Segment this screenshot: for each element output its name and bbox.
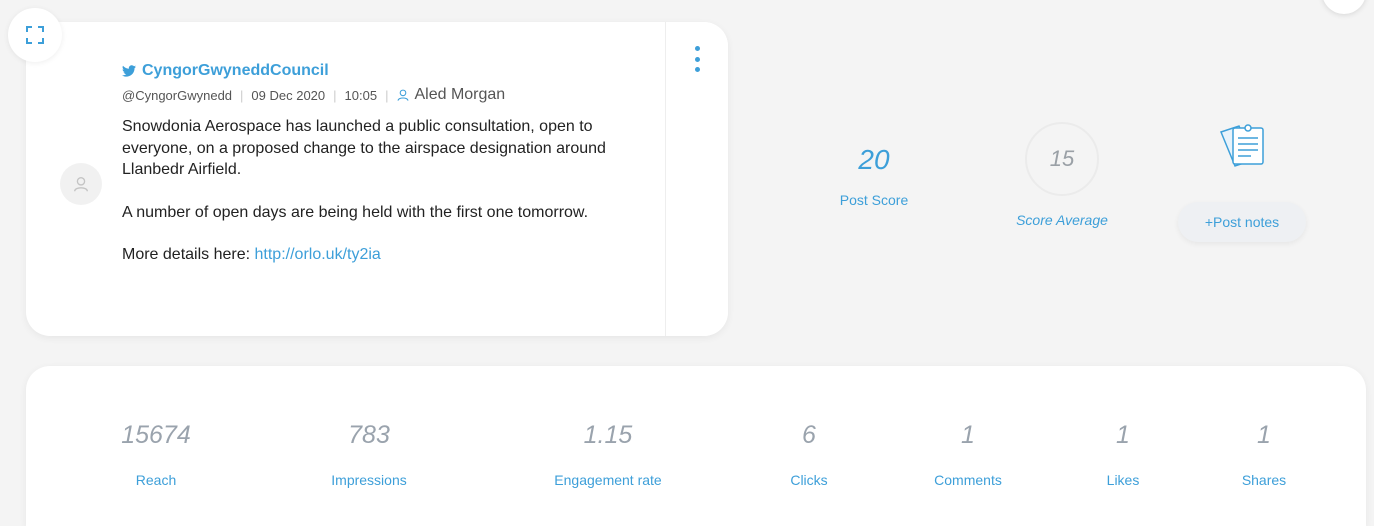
- metric-impressions: 783 Impressions: [289, 420, 449, 488]
- account-handle: @CyngorGwynedd: [122, 87, 233, 103]
- meta-divider: |: [240, 87, 244, 103]
- post-link[interactable]: http://orlo.uk/ty2ia: [255, 246, 381, 263]
- metric-label: Engagement rate: [554, 472, 662, 488]
- metric-value: 1.15: [583, 421, 633, 449]
- metric-label: Likes: [1106, 472, 1140, 488]
- details-prefix: More details here:: [122, 246, 255, 263]
- metric-value: 6: [802, 421, 816, 449]
- user-avatar-icon: [74, 177, 88, 192]
- score-area: 20 Post Score 15 Score Average +Post not…: [802, 108, 1342, 248]
- metric-shares: 1 Shares: [1184, 420, 1344, 488]
- metric-label: Impressions: [331, 472, 407, 488]
- metric-clicks: 6 Clicks: [729, 420, 889, 488]
- metric-label: Comments: [934, 472, 1002, 488]
- metric-value: 1: [1116, 421, 1130, 449]
- meta-divider: |: [333, 87, 337, 103]
- post-time: 10:05: [344, 87, 378, 103]
- meta-divider: |: [385, 87, 389, 103]
- post-paragraph: Snowdonia Aerospace has launched a publi…: [122, 118, 606, 178]
- post-text: Snowdonia Aerospace has launched a publi…: [122, 116, 632, 266]
- expand-icon: [26, 26, 44, 44]
- metric-label: Clicks: [790, 472, 828, 488]
- metric-engagement-rate: 1.15 Engagement rate: [528, 420, 688, 488]
- metric-comments: 1 Comments: [888, 420, 1048, 488]
- avatar: [60, 163, 102, 205]
- score-average-label: Score Average: [1016, 212, 1108, 228]
- notes-icon: [1220, 124, 1264, 167]
- score-average-value: 15: [1025, 122, 1099, 196]
- post-details: More details here: http://orlo.uk/ty2ia: [122, 244, 632, 266]
- post-date: 09 Dec 2020: [251, 87, 326, 103]
- metrics-panel: 15674 Reach 783 Impressions 1.15 Engagem…: [26, 366, 1366, 526]
- post-actions-panel: [665, 22, 728, 336]
- metric-value: 15674: [121, 421, 191, 449]
- post-card: CyngorGwyneddCouncil @CyngorGwynedd | 09…: [26, 22, 728, 336]
- metric-label: Shares: [1241, 472, 1287, 488]
- post-menu-button[interactable]: [692, 46, 702, 72]
- kebab-menu-icon: [694, 46, 700, 51]
- post-score-label: Post Score: [839, 192, 909, 208]
- metric-value: 783: [348, 421, 390, 449]
- user-icon: [398, 89, 409, 101]
- metric-value: 1: [1257, 421, 1271, 449]
- kebab-menu-icon: [694, 56, 700, 62]
- metric-value: 1: [961, 421, 975, 449]
- twitter-icon: [122, 65, 136, 77]
- post-body: CyngorGwyneddCouncil @CyngorGwynedd | 09…: [122, 62, 632, 287]
- post-score-value: 20: [858, 144, 890, 175]
- post-paragraph: A number of open days are being held wit…: [122, 203, 589, 221]
- account-name: CyngorGwyneddCouncil: [142, 62, 329, 79]
- score-average: 15 Score Average: [998, 122, 1126, 228]
- metric-likes: 1 Likes: [1043, 420, 1203, 488]
- kebab-menu-icon: [694, 67, 700, 72]
- post-author: Aled Morgan: [414, 86, 506, 103]
- post-notes-button[interactable]: +Post notes: [1178, 202, 1306, 242]
- post-score: 20 Post Score: [812, 144, 936, 208]
- metric-label: Reach: [135, 472, 177, 488]
- expand-button[interactable]: [8, 8, 62, 62]
- account-link[interactable]: CyngorGwyneddCouncil: [122, 62, 632, 80]
- metric-reach: 15674 Reach: [76, 420, 236, 488]
- post-meta: @CyngorGwynedd | 09 Dec 2020 | 10:05 | A…: [122, 86, 632, 104]
- post-notes: +Post notes: [1178, 118, 1306, 242]
- top-right-corner-button[interactable]: [1322, 0, 1366, 14]
